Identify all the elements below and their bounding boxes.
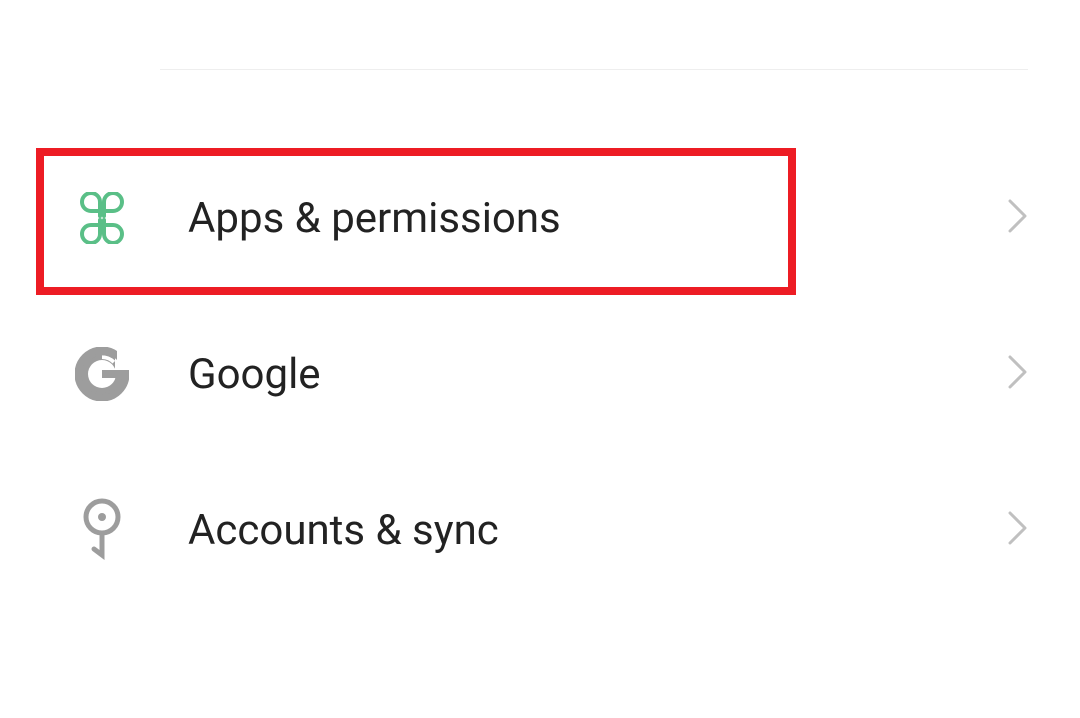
settings-item-label: Accounts & sync xyxy=(188,506,1008,555)
google-icon xyxy=(74,346,130,402)
chevron-right-icon xyxy=(1008,199,1028,237)
settings-item-accounts-sync[interactable]: Accounts & sync xyxy=(0,452,1080,608)
apps-permissions-icon xyxy=(74,190,130,246)
settings-item-apps-permissions[interactable]: Apps & permissions xyxy=(0,140,1080,296)
settings-item-label: Google xyxy=(188,350,1008,399)
settings-item-google[interactable]: Google xyxy=(0,296,1080,452)
settings-list: Apps & permissions xyxy=(0,140,1080,608)
settings-item-label: Apps & permissions xyxy=(188,194,1008,243)
divider xyxy=(160,69,1028,70)
chevron-right-icon xyxy=(1008,511,1028,549)
chevron-right-icon xyxy=(1008,355,1028,393)
key-icon xyxy=(74,502,130,558)
